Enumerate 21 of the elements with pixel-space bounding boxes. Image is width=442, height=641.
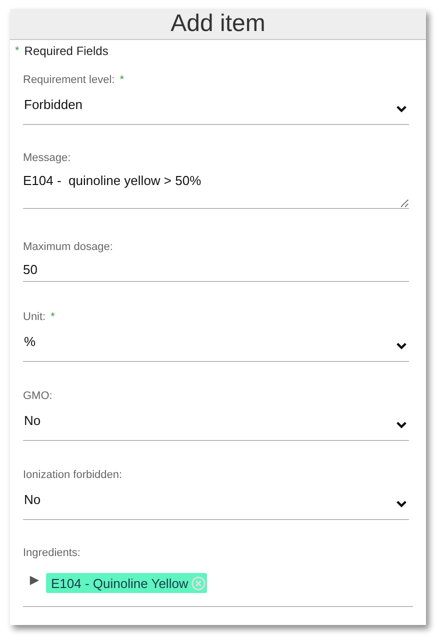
select-field[interactable]: % xyxy=(23,324,409,362)
dialog-title: Add item xyxy=(170,10,266,38)
field-label: Requirement level: * xyxy=(23,74,124,86)
chevron-down-icon xyxy=(396,104,407,112)
select-field[interactable]: No xyxy=(23,482,409,520)
chevron-down-icon xyxy=(396,500,407,508)
field-label: Message: xyxy=(23,152,71,164)
field-label: GMO: xyxy=(23,390,52,402)
required-note: Required Fields xyxy=(24,44,108,58)
chevron-down-icon xyxy=(396,342,407,350)
select-field[interactable]: Forbidden xyxy=(23,87,409,125)
chevron-down-icon xyxy=(396,420,407,428)
expand-triangle-icon[interactable] xyxy=(29,574,40,586)
field-label: Ingredients: xyxy=(23,547,80,559)
required-mark: * xyxy=(15,45,20,57)
field-label: Ionization forbidden: xyxy=(23,469,122,481)
select-field[interactable]: No xyxy=(23,403,409,441)
tag-field[interactable]: E104 - Quinoline Yellow xyxy=(23,560,413,607)
field-label: Unit: * xyxy=(23,311,55,323)
field-label: Maximum dosage: xyxy=(23,241,113,253)
tag-label: E104 - Quinoline Yellow xyxy=(51,576,188,590)
